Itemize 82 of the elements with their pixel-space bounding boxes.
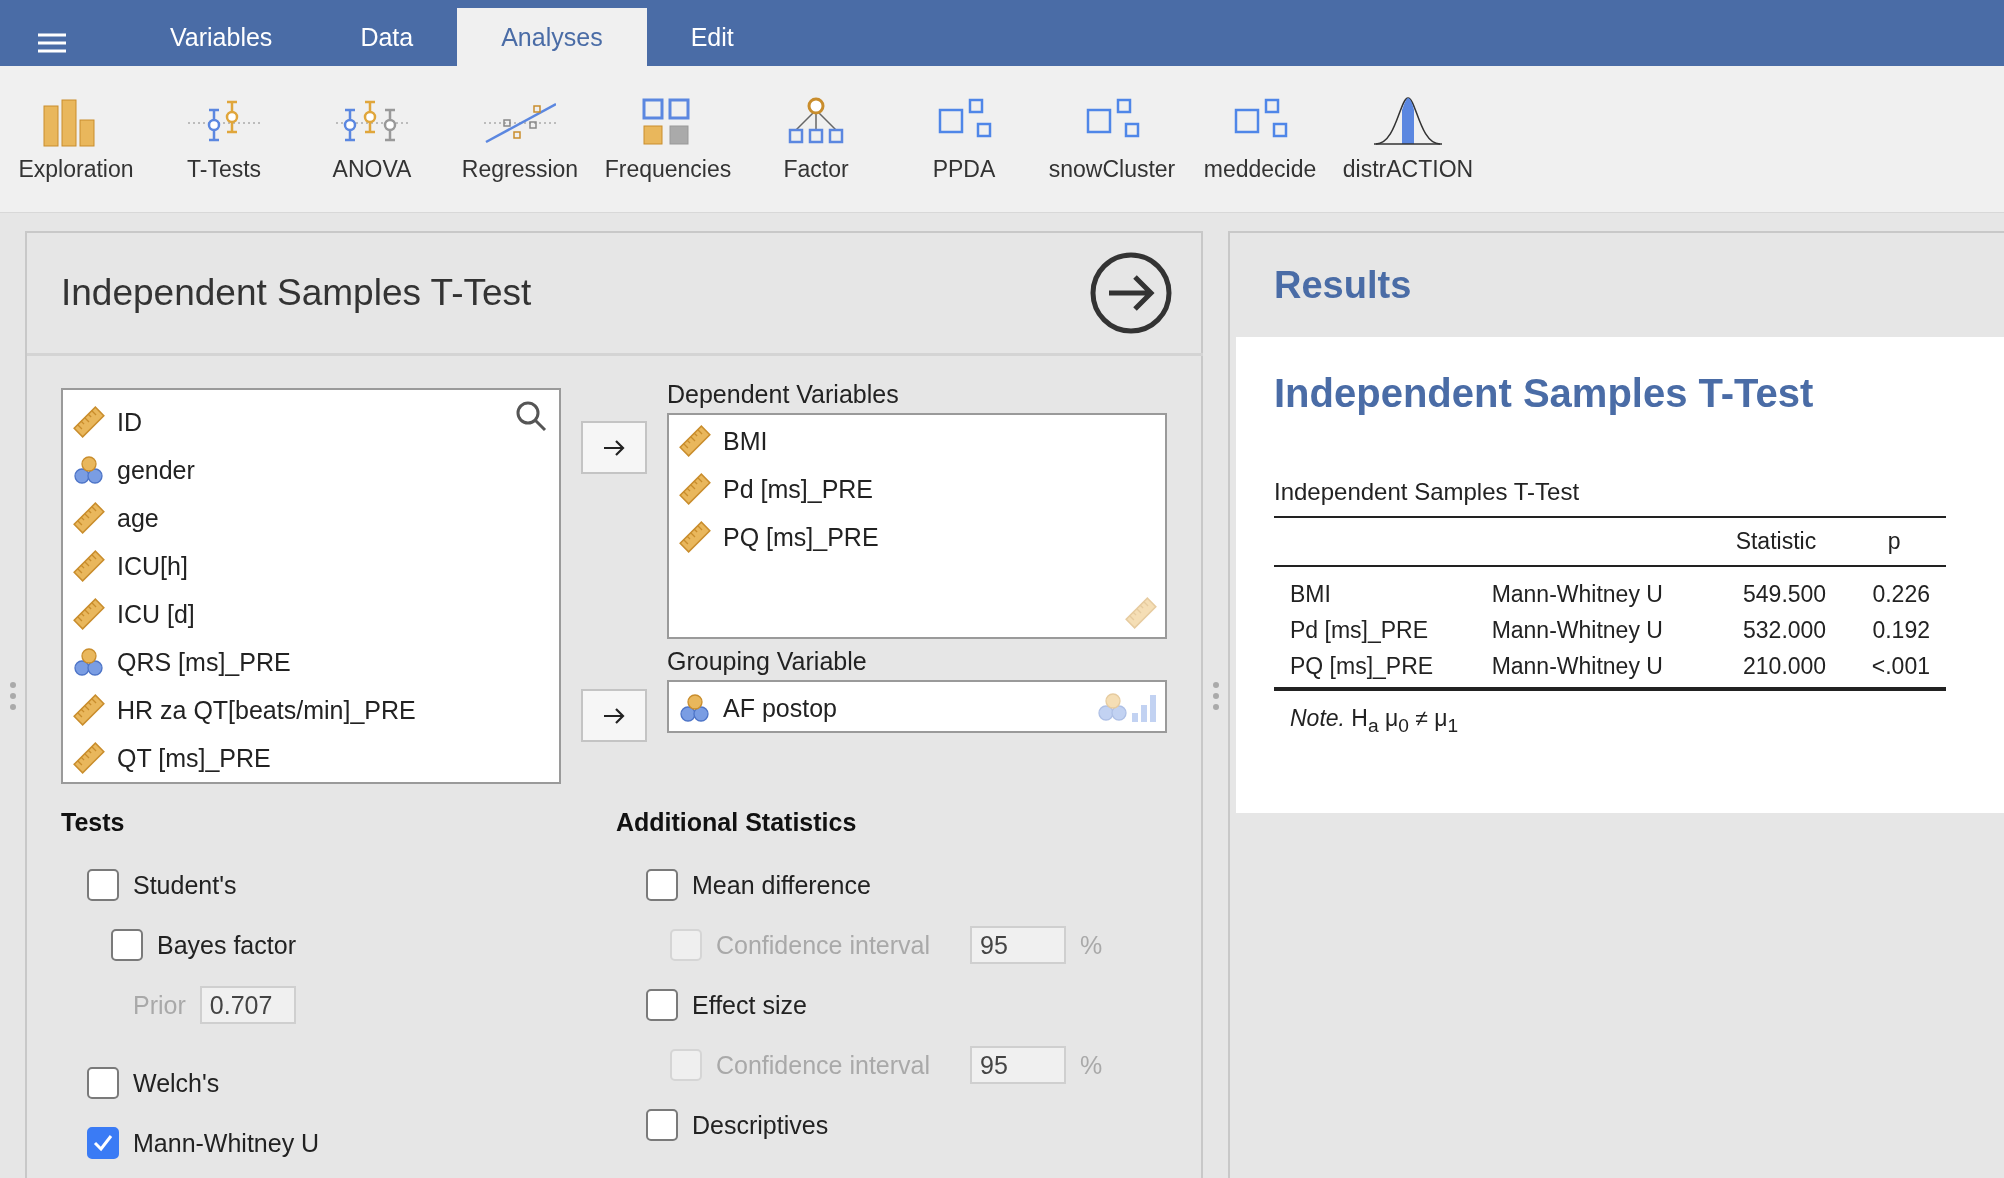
variable-name: Pd [ms]_PRE <box>723 474 874 504</box>
nominal-variable-icon <box>73 454 105 486</box>
column-header: p <box>1842 517 1946 566</box>
table-cell: BMI <box>1274 566 1476 615</box>
resize-handle[interactable] <box>8 681 17 711</box>
table-note: Note. H$_{a}$ μ$_{0}$ ≠ μ$_{1}$ <box>1290 705 1460 737</box>
table-cell: 0.226 <box>1842 566 1946 615</box>
variable-name: HR za QT[beats/min]_PRE <box>117 695 416 725</box>
checkbox[interactable] <box>646 869 678 901</box>
ribbon-button[interactable]: Exploration <box>2 66 150 212</box>
ribbon-button[interactable]: ANOVA <box>298 66 446 212</box>
section-heading: Tests <box>61 808 126 837</box>
option-label: Welch's <box>133 1068 220 1098</box>
option-label: Confidence interval <box>716 930 930 960</box>
table-cell: <.001 <box>1842 651 1946 689</box>
results-title: Independent Samples T-Test <box>1274 371 1815 416</box>
variable-name: gender <box>117 455 195 485</box>
results-heading: Results <box>1274 263 1412 307</box>
option-label: Effect size <box>692 990 807 1020</box>
option-label: Mann-Whitney U <box>133 1128 320 1158</box>
checkbox[interactable] <box>646 1109 678 1141</box>
ribbon-button[interactable]: Regression <box>446 66 594 212</box>
ribbon-button[interactable]: snowCluster <box>1038 66 1186 212</box>
checkbox[interactable] <box>111 929 143 961</box>
ribbon-button[interactable]: Factor <box>742 66 890 212</box>
table-cell-text: Pd [ms]_PRE <box>1289 616 1430 645</box>
table-cell-text: 532.000 <box>1742 616 1828 645</box>
arrow-right-icon <box>603 706 625 725</box>
variable-name: ICU [d] <box>117 599 195 629</box>
ribbon-button[interactable]: T-Tests <box>150 66 298 212</box>
resize-handle[interactable] <box>1211 681 1220 711</box>
variable-name: ID <box>117 407 142 437</box>
menu-tab[interactable]: Analyses <box>457 8 647 66</box>
option-label: Confidence interval <box>716 1050 930 1080</box>
checkbox[interactable] <box>646 989 678 1021</box>
variable-name: ICU[h] <box>117 551 188 581</box>
menu-tab[interactable]: Variables <box>126 8 317 66</box>
percent-unit: % <box>1080 930 1103 960</box>
arrow-right-icon <box>603 438 625 457</box>
move-variable-button[interactable] <box>581 421 647 474</box>
option-label: Student's <box>133 870 237 900</box>
ribbon-button[interactable]: distrACTION <box>1334 66 1482 212</box>
checkbox[interactable] <box>87 1067 119 1099</box>
checkmark-icon <box>93 1134 113 1152</box>
table-cell-text: 0.192 <box>1871 616 1931 645</box>
menu-tab[interactable]: Edit <box>646 8 778 66</box>
column-header: Statistic <box>1709 517 1843 566</box>
table-cell: PQ [ms]_PRE <box>1274 651 1476 689</box>
table-cell-text: Mann-Whitney U <box>1490 616 1664 645</box>
option-label: Descriptives <box>692 1110 829 1140</box>
drop-zone-label: Grouping Variable <box>667 647 868 676</box>
nominal-variable-icon <box>1097 691 1129 723</box>
ribbon-button[interactable]: Frequencies <box>594 66 742 212</box>
bell-curve-icon <box>1372 95 1444 148</box>
variable-name: BMI <box>723 426 768 456</box>
variable-name: age <box>117 503 159 533</box>
variable-name: PQ [ms]_PRE <box>723 522 879 552</box>
checkbox[interactable] <box>87 1127 119 1159</box>
ribbon-button[interactable]: PPDA <box>890 66 1038 212</box>
menu-tab[interactable]: Data <box>316 8 458 66</box>
move-variable-button[interactable] <box>581 689 647 742</box>
checkbox[interactable] <box>87 869 119 901</box>
nominal-variable-icon <box>73 646 105 678</box>
option-label: Bayes factor <box>157 930 296 960</box>
search-icon[interactable] <box>515 400 547 432</box>
analysis-title: Independent Samples T-Test <box>61 272 532 314</box>
table-cell: 549.500 <box>1709 566 1843 615</box>
nominal-variable-icon <box>679 692 711 724</box>
field-label: Prior <box>133 990 186 1020</box>
percent-unit: % <box>1080 1050 1103 1080</box>
table-caption: Independent Samples T-Test <box>1274 478 1581 507</box>
section-heading: Additional Statistics <box>616 808 858 837</box>
drop-zone-label: Dependent Variables <box>667 380 900 409</box>
variable-name: QRS [ms]_PRE <box>117 647 291 677</box>
table-cell: Mann-Whitney U <box>1475 566 1710 615</box>
option-label: Mean difference <box>692 870 871 900</box>
table-cell: Mann-Whitney U <box>1475 651 1710 689</box>
variable-name: AF postop <box>723 693 837 723</box>
ribbon-button[interactable]: meddecide <box>1186 66 1334 212</box>
variable-name: QT [ms]_PRE <box>117 743 271 773</box>
menu-icon[interactable] <box>36 32 68 54</box>
table-cell: 210.000 <box>1709 651 1843 689</box>
